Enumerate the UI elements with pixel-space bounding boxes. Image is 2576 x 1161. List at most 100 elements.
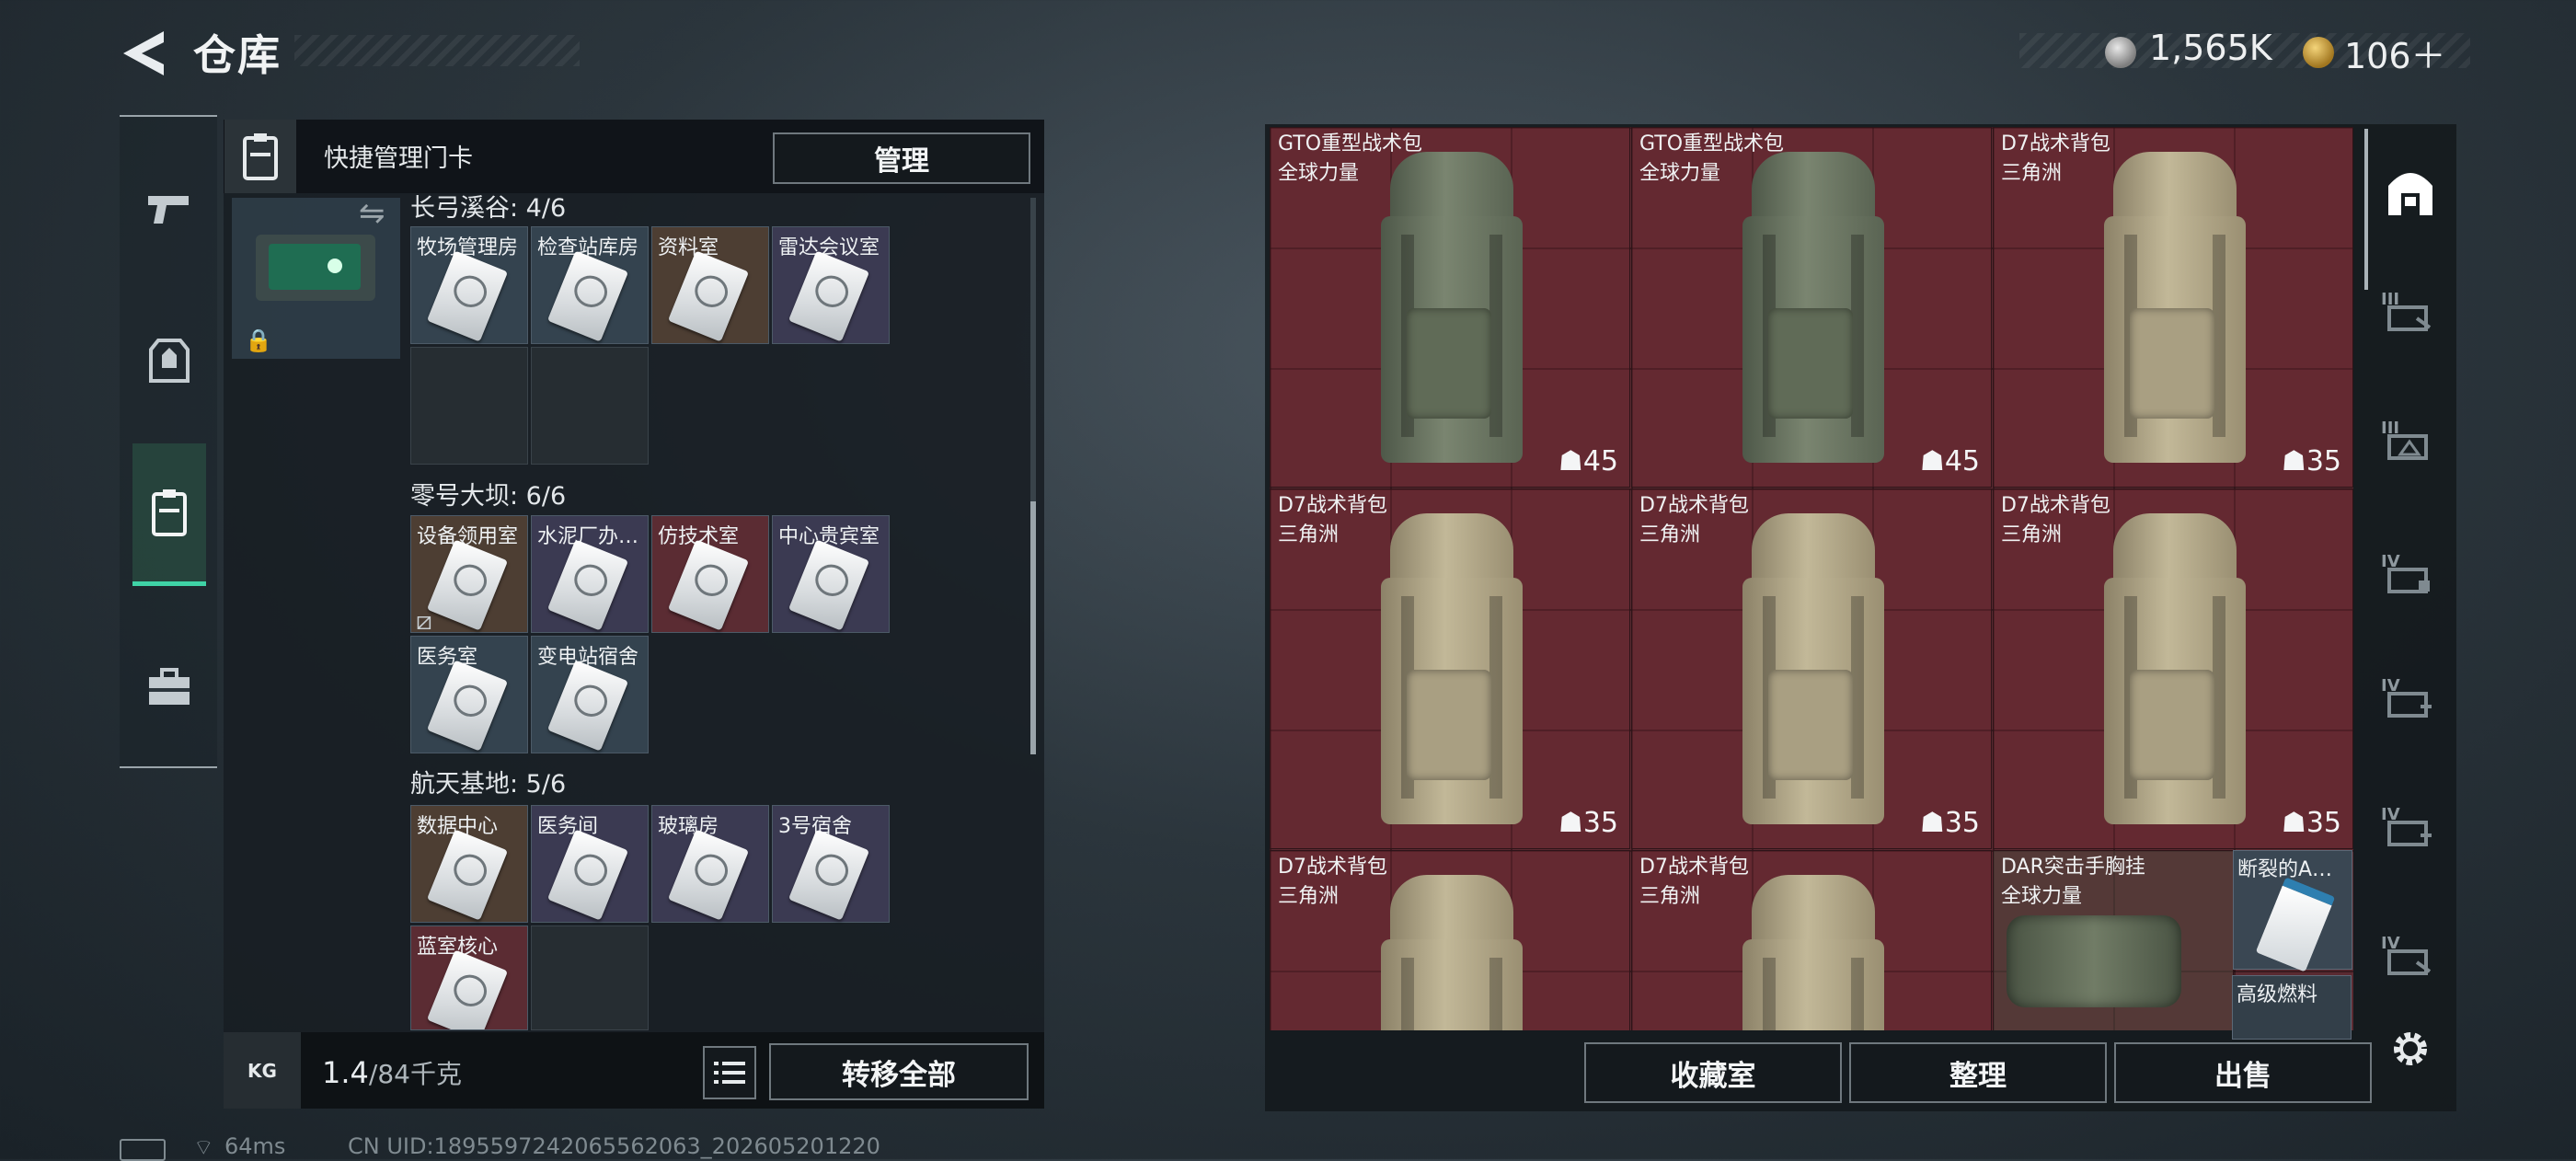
sort-button[interactable]: 整理 <box>1849 1042 2107 1103</box>
nav-equipment[interactable] <box>132 292 206 430</box>
item-capacity-value: 35 <box>1944 807 1980 839</box>
capacity-icon: ☗ <box>1558 445 1583 477</box>
keycard-image <box>667 829 750 921</box>
rail-stash-home[interactable] <box>2374 155 2447 228</box>
stash-item[interactable]: GTO重型战术包 全球力量 ☗45 <box>1631 127 1992 488</box>
keycard-cell[interactable]: 中心贵宾室 <box>772 515 890 633</box>
ping-readout: 64ms <box>224 1133 286 1159</box>
empty-keycard-slot[interactable] <box>531 347 649 465</box>
back-arrow-icon[interactable] <box>118 28 169 79</box>
keycard-cell[interactable]: 变电站宿舍 <box>531 636 649 753</box>
nav-weapons[interactable] <box>132 140 206 278</box>
item-faction: 全球力量 <box>1278 162 1360 185</box>
nav-items[interactable] <box>132 618 206 756</box>
item-capacity: ☗45 <box>1558 445 1618 477</box>
backpack-image <box>1374 875 1530 1030</box>
stash-item[interactable]: D7战术背包 三角洲 ☗35 <box>1270 489 1630 849</box>
lock-icon: 🔒 <box>245 328 272 353</box>
settings-button[interactable] <box>2374 1012 2447 1086</box>
silver-coin-icon <box>2105 37 2136 68</box>
keycard-cell[interactable]: 数据中心 <box>410 805 528 923</box>
stash-item[interactable]: D7战术背包 三角洲 ☗35 <box>1993 489 2353 849</box>
keycard-cell[interactable]: 水泥厂办… <box>531 515 649 633</box>
group-label-changgong: 长弓溪谷: 4/6 <box>410 194 567 223</box>
keycard-name: 设备领用室 <box>417 525 519 548</box>
keycard-image <box>2255 877 2336 972</box>
item-name: D7战术背包 <box>2001 132 2110 155</box>
backpack-image <box>1735 513 1892 841</box>
list-view-button[interactable] <box>703 1046 756 1099</box>
sell-button[interactable]: 出售 <box>2114 1042 2372 1103</box>
keycard-cell[interactable]: 医务间 <box>531 805 649 923</box>
tier-label: IV <box>2381 934 2400 953</box>
rail-expand-slot[interactable]: IV <box>2374 543 2447 616</box>
stash-item-small[interactable]: 断裂的A… <box>2233 850 2352 972</box>
rail-expand-slot[interactable]: IV <box>2374 667 2447 741</box>
keycard-header-icon-box <box>224 120 296 193</box>
keycard-name: 数据中心 <box>417 815 499 838</box>
group-label-space-base: 航天基地: 5/6 <box>410 770 567 799</box>
tier-label: IV <box>2381 552 2400 571</box>
pistol-icon <box>148 196 189 224</box>
tier-label: IV <box>2381 805 2400 824</box>
rail-expand-slot[interactable]: IV <box>2374 925 2447 998</box>
collection-room-button[interactable]: 收藏室 <box>1584 1042 1842 1103</box>
keycard-name: 雷达会议室 <box>778 236 880 259</box>
empty-keycard-slot[interactable] <box>410 347 528 465</box>
stash-item[interactable]: D7战术背包 三角洲 ☗35 <box>1993 127 2353 488</box>
rail-expand-slot[interactable]: III <box>2374 409 2447 483</box>
triangle-coin-amount[interactable]: 106＋ <box>2344 28 2446 78</box>
keycard-cell[interactable]: 资料室 <box>651 226 769 344</box>
item-capacity-value: 45 <box>1582 445 1618 477</box>
keycard-image <box>426 660 509 752</box>
rail-expand-slot[interactable]: III <box>2374 281 2447 354</box>
keycard-scrollbar-thumb[interactable] <box>1030 501 1036 754</box>
nav-keycards[interactable] <box>132 443 206 586</box>
keycard-name: 仿技术室 <box>658 525 740 548</box>
keycard-name: 检查站库房 <box>537 236 639 259</box>
rail-expand-slot[interactable]: IV <box>2374 796 2447 869</box>
briefcase-icon <box>149 668 190 705</box>
keycard-cell[interactable]: 仿技术室 <box>651 515 769 633</box>
keycard-image <box>546 660 629 752</box>
stash-item[interactable]: D7战术背包 三角洲 <box>1270 850 1630 1030</box>
keycard-name: 3号宿舍 <box>778 815 852 838</box>
item-faction: 三角洲 <box>1278 523 1340 546</box>
tier-label: III <box>2381 419 2400 438</box>
keycard-cell[interactable]: 检查站库房 <box>531 226 649 344</box>
item-name: DAR突击手胸挂 <box>2001 856 2145 879</box>
keycard-cell[interactable]: 牧场管理房 <box>410 226 528 344</box>
item-capacity-value: 35 <box>2306 807 2341 839</box>
battery-icon <box>120 1139 166 1161</box>
transfer-all-button[interactable]: 转移全部 <box>769 1043 1029 1100</box>
keycard-name: 医务间 <box>537 815 599 838</box>
keycard-cell[interactable]: 3号宿舍 <box>772 805 890 923</box>
keycard-image <box>788 539 870 631</box>
backpack-image <box>2097 152 2253 479</box>
swap-icon[interactable]: ⇋ <box>359 195 385 232</box>
list-icon <box>714 1062 745 1084</box>
item-faction: 三角洲 <box>2001 162 2063 185</box>
stash-item[interactable]: D7战术背包 三角洲 ☗35 <box>1631 489 1992 849</box>
armor-icon <box>149 339 190 383</box>
keycard-cell[interactable]: 蓝室核心 <box>410 925 528 1030</box>
stash-home-icon <box>2388 173 2432 215</box>
item-name: 断裂的A… <box>2237 858 2333 881</box>
item-capacity: ☗35 <box>1558 807 1618 839</box>
keycard-cell[interactable]: 雷达会议室 <box>772 226 890 344</box>
stash-item-small[interactable]: 高级燃料 <box>2232 975 2352 1040</box>
stash-item[interactable]: D7战术背包 三角洲 <box>1631 850 1992 1030</box>
item-capacity-value: 45 <box>1944 445 1980 477</box>
keycard-image <box>788 829 870 921</box>
keycard-cell[interactable]: 医务室 <box>410 636 528 753</box>
item-faction: 全球力量 <box>2001 885 2083 908</box>
stash-item[interactable]: DAR突击手胸挂 全球力量 <box>1993 850 2234 1030</box>
empty-keycard-slot[interactable] <box>531 925 649 1030</box>
keycard-image <box>546 250 629 342</box>
not-in-stash-icon: ⧄ <box>416 605 432 636</box>
stash-item[interactable]: GTO重型战术包 全球力量 ☗45 <box>1270 127 1630 488</box>
keycard-name: 资料室 <box>658 236 719 259</box>
keycard-cell[interactable]: 玻璃房 <box>651 805 769 923</box>
manage-button[interactable]: 管理 <box>773 132 1030 184</box>
item-capacity: ☗35 <box>2282 445 2341 477</box>
